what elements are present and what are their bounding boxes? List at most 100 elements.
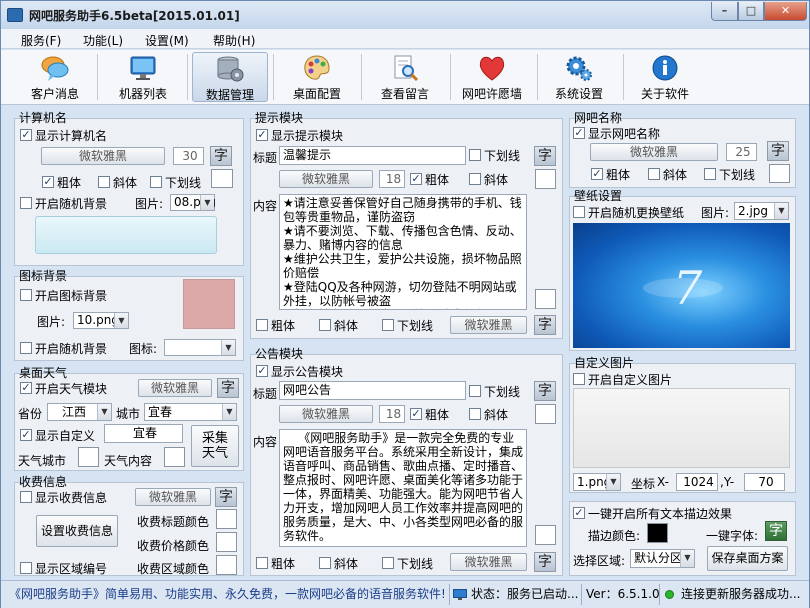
bar-name-underline-checkbox[interactable] [704, 168, 716, 180]
coord-x-input[interactable]: 1024 [676, 473, 718, 491]
notice-title-color-swatch[interactable] [535, 404, 556, 424]
notice-content-italic-checkbox[interactable] [319, 557, 331, 569]
toolbar-client-messages[interactable]: 客户消息 [19, 52, 91, 102]
toolbar-wish-wall[interactable]: 网吧许愿墙 [454, 52, 530, 102]
notice-title-input[interactable]: 网吧公告 [279, 381, 466, 400]
tips-content-font-button[interactable]: 微软雅黑 [450, 316, 527, 334]
close-button[interactable]: ✕ [764, 2, 807, 21]
weather-content-color-swatch[interactable] [164, 447, 185, 467]
weather-custom-checkbox[interactable]: ✓ [20, 429, 32, 441]
bar-name-font-button[interactable]: 微软雅黑 [590, 143, 718, 161]
tips-title-font-size[interactable]: 18 [379, 170, 405, 188]
toolbar-view-messages[interactable]: 查看留言 [367, 52, 443, 102]
tips-title-underline-checkbox[interactable] [469, 149, 481, 161]
stroke-area-select[interactable]: 默认分区 ▼ [630, 549, 695, 568]
fee-title-color-swatch[interactable] [216, 509, 237, 529]
tips-title-bold-checkbox[interactable]: ✓ [410, 173, 422, 185]
city-select[interactable]: 宜春 ▼ [144, 403, 237, 421]
notice-title-font-size[interactable]: 18 [379, 405, 405, 423]
bar-name-bold-checkbox[interactable]: ✓ [591, 168, 603, 180]
wallpaper-random-checkbox[interactable] [573, 206, 585, 218]
weather-font-color-button[interactable]: 字 [217, 378, 239, 398]
icon-bg-pic-select[interactable]: 10.png ▼ [73, 312, 129, 329]
notice-content-color-button[interactable]: 字 [534, 552, 556, 572]
icon-bg-enable-checkbox[interactable] [20, 289, 32, 301]
tips-title-italic-checkbox[interactable] [469, 173, 481, 185]
tips-content-color-button[interactable]: 字 [534, 315, 556, 335]
notice-content-color-swatch[interactable] [535, 525, 556, 545]
maximize-button[interactable]: □ [738, 2, 764, 21]
computer-italic-checkbox[interactable] [98, 176, 110, 188]
computer-underline-checkbox[interactable] [150, 176, 162, 188]
fee-show-checkbox[interactable] [20, 491, 32, 503]
toolbar-about[interactable]: 关于软件 [627, 52, 703, 102]
computer-color-swatch[interactable] [211, 169, 233, 188]
toolbar-desktop-config[interactable]: 桌面配置 [279, 52, 355, 102]
bar-name-show-checkbox[interactable]: ✓ [573, 127, 585, 139]
fee-font-button[interactable]: 微软雅黑 [135, 488, 211, 506]
tips-content-color-swatch[interactable] [535, 289, 556, 309]
status-bar: 《网吧服务助手》简单易用、功能实用、永久免费，一款网吧必备的语音服务软件! 状态… [1, 580, 809, 608]
weather-font-button[interactable]: 微软雅黑 [138, 379, 212, 397]
computer-bold-checkbox[interactable]: ✓ [42, 176, 54, 188]
computer-font-button[interactable]: 微软雅黑 [41, 147, 165, 165]
computer-random-bg-checkbox[interactable] [20, 197, 32, 209]
tips-content-textarea[interactable]: ★请注意妥善保管好自己随身携带的手机、钱包等贵重物品，谨防盗窃 ★请不要浏览、下… [279, 194, 527, 310]
fee-area-color-swatch[interactable] [216, 555, 237, 575]
notice-show-checkbox[interactable]: ✓ [256, 365, 268, 377]
fee-font-color-button[interactable]: 字 [215, 487, 237, 507]
wallpaper-pic-select[interactable]: 2.jpg ▼ [734, 202, 789, 220]
province-select[interactable]: 江西 ▼ [47, 403, 112, 421]
bar-name-font-size[interactable]: 25 [726, 143, 757, 161]
notice-content-textarea[interactable]: 《网吧服务助手》是一款完全免费的专业网吧语音服务平台。系统采用全新设计，集成语音… [279, 429, 527, 547]
tips-title-color-swatch[interactable] [535, 169, 556, 189]
menu-settings[interactable]: 设置(M) [145, 32, 189, 49]
menu-function[interactable]: 功能(L) [83, 32, 123, 49]
fee-price-color-swatch[interactable] [216, 532, 237, 552]
notice-title-italic-checkbox[interactable] [469, 408, 481, 420]
coord-y-input[interactable]: 70 [744, 473, 785, 491]
weather-city-color-swatch[interactable] [78, 447, 99, 467]
icon-bg-random-checkbox[interactable] [20, 342, 32, 354]
custom-image-enable-checkbox[interactable] [573, 373, 585, 385]
tips-title-font-button[interactable]: 微软雅黑 [279, 170, 373, 188]
toolbar-system-settings[interactable]: 系统设置 [541, 52, 617, 102]
tips-title-color-button[interactable]: 字 [534, 146, 556, 166]
notice-title-bold-checkbox[interactable]: ✓ [410, 408, 422, 420]
save-desktop-scheme-button[interactable]: 保存桌面方案 [707, 546, 788, 571]
notice-title-underline-checkbox[interactable] [469, 385, 481, 397]
notice-title-font-button[interactable]: 微软雅黑 [279, 405, 373, 423]
toolbar-data-management[interactable]: 数据管理 [192, 52, 268, 102]
toolbar-machine-list[interactable]: 机器列表 [105, 52, 181, 102]
show-computer-name-checkbox[interactable]: ✓ [20, 129, 32, 141]
tips-content-bold-checkbox[interactable] [256, 319, 268, 331]
stroke-color-swatch[interactable] [647, 523, 668, 543]
minimize-button[interactable]: – [711, 2, 738, 21]
bar-name-font-color-button[interactable]: 字 [767, 141, 789, 161]
collect-weather-button[interactable]: 采集天气 [191, 425, 239, 467]
weather-custom-input[interactable]: 宜春 [104, 424, 183, 443]
tips-title-input[interactable]: 温馨提示 [279, 146, 466, 165]
menu-service[interactable]: 服务(F) [21, 32, 61, 49]
icon-bg-icon-select[interactable]: ▼ [164, 339, 236, 356]
bar-name-color-swatch[interactable] [769, 164, 790, 183]
notice-content-underline-checkbox[interactable] [382, 557, 394, 569]
custom-image-format-select[interactable]: 1.png ▼ [573, 473, 621, 491]
fee-show-area-checkbox[interactable] [20, 562, 32, 574]
notice-title-color-button[interactable]: 字 [534, 381, 556, 401]
computer-font-size[interactable]: 30 [173, 147, 204, 165]
bar-name-italic-checkbox[interactable] [648, 168, 660, 180]
stroke-font-button[interactable]: 字 [765, 521, 787, 541]
notice-content-bold-checkbox[interactable] [256, 557, 268, 569]
tips-content-underline-checkbox[interactable] [382, 319, 394, 331]
menu-help[interactable]: 帮助(H) [213, 32, 255, 49]
stroke-enable-checkbox[interactable]: ✓ [573, 507, 585, 519]
computer-pic-select[interactable]: 08.png ▼ [170, 194, 216, 211]
tips-content-italic-checkbox[interactable] [319, 319, 331, 331]
notice-content-font-button[interactable]: 微软雅黑 [450, 553, 527, 571]
weather-enable-checkbox[interactable]: ✓ [20, 382, 32, 394]
icon-bg-color-swatch[interactable] [183, 279, 235, 329]
tips-show-checkbox[interactable]: ✓ [256, 129, 268, 141]
setup-fee-button[interactable]: 设置收费信息 [36, 515, 118, 547]
computer-font-color-button[interactable]: 字 [210, 146, 232, 166]
